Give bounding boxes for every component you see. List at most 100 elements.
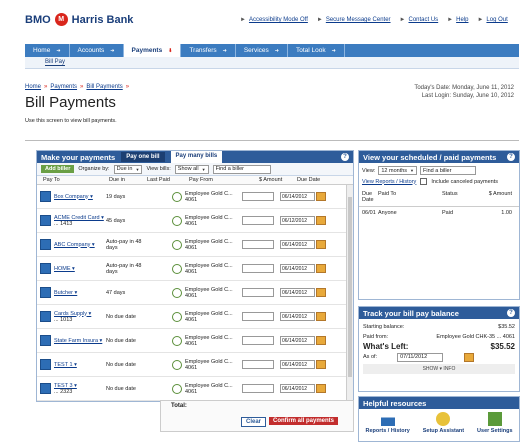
amount-input[interactable] <box>242 336 274 345</box>
payee-name[interactable]: ACME Credit Card ▾ <box>54 215 104 221</box>
tab-services[interactable]: Services ➜ <box>236 44 288 57</box>
payee-name[interactable]: ABC Company ▾ <box>54 242 95 248</box>
show-info-toggle[interactable]: SHOW ▾ INFO <box>363 364 515 374</box>
arrow-icon: ► <box>477 17 484 23</box>
view-reports-history-link[interactable]: View Reports / History <box>362 179 416 185</box>
amount-input[interactable] <box>242 264 274 273</box>
table-row[interactable]: Cards Supply ▾... 1013 No due date Employe… <box>37 305 353 329</box>
as-of-date-input[interactable]: 07/11/2012 <box>397 352 444 362</box>
calendar-icon[interactable] <box>316 288 326 297</box>
link-logout[interactable]: Log Out <box>486 17 507 23</box>
scheduled-row[interactable]: 06/01 Anyone Paid 1.00 <box>359 207 519 219</box>
calendar-icon[interactable] <box>464 352 475 362</box>
help-icon[interactable]: ? <box>341 153 349 161</box>
due-date-input[interactable]: 06/14/2012 <box>280 360 315 369</box>
organize-select[interactable]: Due in ▼ <box>113 164 143 174</box>
clear-button[interactable]: Clear <box>241 417 267 427</box>
resource-setup[interactable]: Setup Assistant <box>423 412 464 434</box>
calendar-icon[interactable] <box>316 216 326 225</box>
table-row[interactable]: Box Company ▾ 19 days Employee Gold C... 4… <box>37 185 353 209</box>
pay-from-icon <box>172 383 182 394</box>
tab-payments[interactable]: Payments ⬇ <box>123 44 182 57</box>
breadcrumb-home[interactable]: Home <box>25 84 41 90</box>
tab-pay-many-bills[interactable]: Pay many bills <box>170 151 223 163</box>
table-row[interactable]: TEST 3 ▾... 2323 No due date Employee Gold… <box>37 377 353 401</box>
payee-icon <box>40 359 51 370</box>
link-contact[interactable]: Contact Us <box>408 17 438 23</box>
table-row[interactable]: State Farm Insura ▾ No due date Employee G… <box>37 329 353 353</box>
table-row[interactable]: ACME Credit Card ▾... 1413 45 days Employe… <box>37 209 353 233</box>
tab-pay-one-bill[interactable]: Pay one bill <box>121 152 165 162</box>
add-biller-button[interactable]: Add biller <box>41 165 75 173</box>
amount-input[interactable] <box>242 288 274 297</box>
due-date-input[interactable]: 06/14/2012 <box>280 384 315 393</box>
calendar-icon[interactable] <box>316 336 326 345</box>
payments-footer: Total: Clear Confirm all payments <box>160 400 354 432</box>
payee-name[interactable]: Box Company ▾ <box>54 194 93 200</box>
due-date-input[interactable]: 06/14/2012 <box>280 312 315 321</box>
help-icon[interactable]: ? <box>507 153 515 161</box>
resource-user-settings[interactable]: User Settings <box>477 412 513 434</box>
due-date-input[interactable]: 06/14/2012 <box>280 264 315 273</box>
tab-transfers[interactable]: Transfers ➜ <box>181 44 236 57</box>
calendar-icon[interactable] <box>316 240 326 249</box>
link-secure-message[interactable]: Secure Message Center <box>326 17 391 23</box>
include-canceled-checkbox[interactable] <box>420 178 428 185</box>
payee-name[interactable]: TEST 1 ▾ <box>54 362 77 368</box>
tab-accounts[interactable]: Accounts ➜ <box>70 44 124 57</box>
due-date-input[interactable]: 06/14/2012 <box>280 240 315 249</box>
payee-scrollbar[interactable] <box>346 185 353 401</box>
scheduled-find-input[interactable]: Find a biller <box>420 166 477 175</box>
pay-from: Employee Gold C... 4061 <box>185 358 233 371</box>
pay-from-icon <box>172 311 182 322</box>
chevron-right-icon: ➜ <box>222 47 227 54</box>
due-date-input[interactable]: 06/14/2012 <box>280 288 315 297</box>
due-date-input[interactable]: 06/12/2012 <box>280 216 315 225</box>
payee-list: Box Company ▾ 19 days Employee Gold C... 4… <box>37 185 353 401</box>
due-in: No due date <box>106 337 136 344</box>
amount-input[interactable] <box>242 240 274 249</box>
table-row[interactable]: TEST 1 ▾ No due date Employee Gold C... 40… <box>37 353 353 377</box>
table-row[interactable]: Butcher ▾ 47 days Employee Gold C... 4061 0… <box>37 281 353 305</box>
payee-name[interactable]: TEST 3 ▾ <box>54 383 77 389</box>
due-in: 19 days <box>106 193 126 200</box>
link-accessibility[interactable]: Accessibility Mode Off <box>249 17 308 23</box>
pay-from: Employee Gold C... 4061 <box>185 262 233 275</box>
table-row[interactable]: HOME ▾ Auto-pay in 48 days Employee Gold C… <box>37 257 353 281</box>
due-date-input[interactable]: 06/14/2012 <box>280 336 315 345</box>
subnav-bill-pay[interactable]: Bill Pay <box>45 59 66 66</box>
amount-input[interactable] <box>242 192 274 201</box>
tab-total-look[interactable]: Total Look ➜ <box>288 44 345 57</box>
calendar-icon[interactable] <box>316 384 326 393</box>
payee-name[interactable]: State Farm Insura ▾ <box>54 338 102 344</box>
payee-name[interactable]: Cards Supply ▾ <box>54 311 91 317</box>
breadcrumb-payments[interactable]: Payments <box>50 84 77 90</box>
months-select[interactable]: 12 months ▼ <box>378 166 418 175</box>
calendar-icon[interactable] <box>316 264 326 273</box>
table-row[interactable]: ABC Company ▾ Auto-pay in 48 days Employee… <box>37 233 353 257</box>
amount-input[interactable] <box>242 216 274 225</box>
payee-name[interactable]: HOME ▾ <box>54 266 75 272</box>
view-bills-label: View bills: <box>146 166 171 172</box>
help-icon[interactable]: ? <box>507 309 515 317</box>
link-help[interactable]: Help <box>456 17 468 23</box>
calendar-icon[interactable] <box>316 360 326 369</box>
arrow-icon: ► <box>399 17 406 23</box>
wrench-icon <box>436 412 451 426</box>
find-biller-input[interactable]: Find a biller <box>212 164 271 174</box>
tab-home[interactable]: Home ➜ <box>25 44 70 57</box>
amount-input[interactable] <box>242 360 274 369</box>
amount-input[interactable] <box>242 312 274 321</box>
divider <box>25 140 519 141</box>
calendar-icon[interactable] <box>316 192 326 201</box>
calendar-icon[interactable] <box>316 312 326 321</box>
resource-reports[interactable]: Reports / History <box>365 412 410 434</box>
breadcrumb-bill-payments[interactable]: Bill Payments <box>86 84 122 90</box>
amount-input[interactable] <box>242 384 274 393</box>
confirm-all-payments-button[interactable]: Confirm all payments <box>269 417 339 425</box>
due-date-input[interactable]: 06/14/2012 <box>280 192 315 201</box>
payee-account: ... 1013 <box>54 316 73 323</box>
arrow-icon: ► <box>316 17 323 23</box>
payee-name[interactable]: Butcher ▾ <box>54 290 77 296</box>
view-bills-select[interactable]: Show all ▼ <box>174 164 209 174</box>
